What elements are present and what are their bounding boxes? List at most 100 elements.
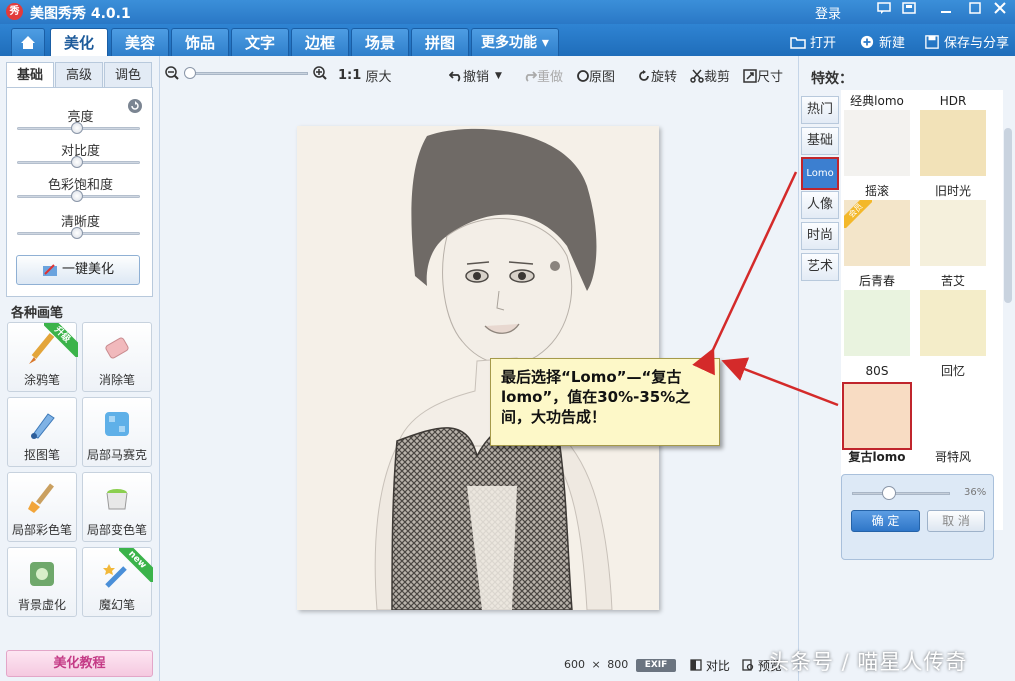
intensity-value: 36%: [964, 487, 987, 498]
contrast-knob[interactable]: [71, 156, 83, 168]
undo-button[interactable]: 撤销 ▼: [449, 66, 502, 85]
tab-beautify[interactable]: 美化: [50, 28, 108, 56]
new-label: 新建: [879, 36, 906, 51]
exif-button[interactable]: EXIF: [636, 659, 676, 672]
actual-size-ratio: 1:1: [338, 68, 362, 83]
effect-post-youth[interactable]: 后青春: [841, 274, 913, 356]
original-button[interactable]: 原图: [577, 66, 615, 85]
minimize-icon[interactable]: [936, 2, 956, 20]
intensity-slider[interactable]: [852, 492, 950, 495]
left-panel: 基础 高级 调色 亮度 对比度 色彩饱和度 清晰度 一键美化 各种画笔 涂鸦笔 …: [0, 56, 160, 681]
confirm-button[interactable]: 确 定: [851, 510, 920, 532]
brush-cutout[interactable]: 抠图笔: [7, 397, 77, 467]
effect-gothic[interactable]: 哥特风: [917, 450, 989, 464]
zoom-in-icon[interactable]: [313, 66, 327, 80]
effects-panel: 特效： 热门 基础 Lomo 人像 时尚 艺术 经典lomo HDR 摇滚 会员…: [798, 56, 1015, 681]
brush-cutout-label: 抠图笔: [23, 448, 60, 462]
close-icon[interactable]: [990, 2, 1010, 20]
open-button[interactable]: 打开: [790, 32, 836, 51]
subtab-advanced[interactable]: 高级: [55, 62, 103, 88]
effect-absinthe-label: 苦艾: [940, 274, 965, 288]
brush-eraser[interactable]: 消除笔: [82, 322, 152, 392]
paint-brush-icon: [28, 483, 54, 513]
effect-rock[interactable]: 摇滚 会员: [841, 184, 913, 266]
subtab-color[interactable]: 调色: [104, 62, 152, 88]
tab-scene[interactable]: 场景: [351, 28, 409, 56]
resize-button[interactable]: 尺寸: [743, 66, 783, 85]
brush-magic-label: 魔幻笔: [98, 598, 135, 612]
brush-mosaic[interactable]: 局部马赛克: [82, 397, 152, 467]
tab-border[interactable]: 边框: [291, 28, 349, 56]
one-key-beautify-button[interactable]: 一键美化: [16, 255, 140, 285]
effect-old-times[interactable]: 旧时光: [917, 184, 989, 266]
login-link[interactable]: 登录: [815, 3, 841, 22]
effect-memory[interactable]: 回忆: [917, 364, 989, 446]
tutorial-button[interactable]: 美化教程: [6, 650, 153, 677]
saturation-knob[interactable]: [71, 190, 83, 202]
subtab-basic[interactable]: 基础: [6, 62, 54, 88]
tab-collage[interactable]: 拼图: [411, 28, 469, 56]
effects-scrollbar[interactable]: [1004, 128, 1012, 303]
effect-thumbnail: [920, 380, 986, 446]
category-hot[interactable]: 热门: [801, 96, 839, 124]
effect-absinthe[interactable]: 苦艾: [917, 274, 989, 356]
category-art[interactable]: 艺术: [801, 253, 839, 281]
crop-label: 裁剪: [704, 70, 731, 85]
zoom-knob[interactable]: [184, 67, 196, 79]
compare-button[interactable]: 对比: [690, 657, 730, 674]
effect-thumbnail: [842, 382, 912, 450]
tab-beauty[interactable]: 美容: [111, 28, 169, 56]
brush-doodle[interactable]: 涂鸦笔 升级: [7, 322, 78, 392]
effect-thumbnail: 会员: [844, 200, 910, 266]
crop-button[interactable]: 裁剪: [690, 66, 730, 85]
upgrade-badge: 升级: [44, 323, 78, 357]
tab-text[interactable]: 文字: [231, 28, 289, 56]
effect-thumbnail: [844, 110, 910, 176]
tab-more-features[interactable]: 更多功能 ▾: [471, 28, 559, 56]
paint-bucket-icon: [106, 489, 128, 510]
compare-label: 对比: [705, 659, 730, 673]
effect-classic-lomo[interactable]: 经典lomo: [841, 94, 913, 176]
actual-size-label: 原大: [365, 70, 392, 85]
maximize-icon[interactable]: [965, 2, 985, 20]
image-size-info: 600 × 800: [564, 658, 628, 671]
undo-dropdown-icon[interactable]: ▼: [495, 71, 502, 81]
feedback-icon[interactable]: [874, 2, 894, 20]
app-logo: 秀: [6, 3, 23, 20]
effect-hdr[interactable]: HDR: [917, 94, 989, 176]
new-button[interactable]: 新建: [859, 32, 905, 51]
scissors-icon: [690, 69, 704, 83]
skin-icon[interactable]: [899, 2, 919, 20]
category-lomo[interactable]: Lomo: [801, 157, 839, 190]
tab-home[interactable]: [11, 28, 45, 56]
tab-accessories[interactable]: 饰品: [171, 28, 229, 56]
effect-thumbnail: [920, 110, 986, 176]
brushes-title: 各种画笔: [11, 306, 64, 321]
cancel-button[interactable]: 取 消: [927, 510, 985, 532]
effect-retro-lomo[interactable]: 复古lomo: [841, 380, 913, 464]
original-label: 原图: [589, 70, 616, 85]
sharpness-knob[interactable]: [71, 227, 83, 239]
rotate-button[interactable]: 旋转: [637, 66, 677, 85]
main-tab-bar: 美化 美容 饰品 文字 边框 场景 拼图 更多功能 ▾ 打开 新建 保存与分享: [0, 24, 1015, 56]
brush-doodle-label: 涂鸦笔: [23, 373, 60, 387]
category-basic[interactable]: 基础: [801, 127, 839, 155]
brush-local-color[interactable]: 局部彩色笔: [7, 472, 77, 542]
actual-size-button[interactable]: 1:1 原大: [338, 66, 391, 85]
intensity-knob[interactable]: [882, 486, 896, 500]
image-width: 600: [564, 658, 585, 671]
brightness-knob[interactable]: [71, 122, 83, 134]
zoom-slider[interactable]: [190, 72, 308, 75]
zoom-out-icon[interactable]: [165, 66, 179, 80]
brush-local-recolor[interactable]: 局部变色笔: [82, 472, 152, 542]
brush-magic[interactable]: 魔幻笔 new: [82, 547, 153, 617]
open-label: 打开: [810, 36, 837, 51]
redo-button[interactable]: 重做: [523, 66, 563, 85]
category-portrait[interactable]: 人像: [801, 191, 839, 219]
save-share-button[interactable]: 保存与分享: [924, 32, 1009, 51]
brush-eraser-label: 消除笔: [98, 373, 135, 387]
effect-80s[interactable]: 80S: [841, 364, 913, 378]
brush-background-blur[interactable]: 背景虚化: [7, 547, 77, 617]
effect-hdr-label: HDR: [939, 94, 967, 108]
category-fashion[interactable]: 时尚: [801, 222, 839, 250]
